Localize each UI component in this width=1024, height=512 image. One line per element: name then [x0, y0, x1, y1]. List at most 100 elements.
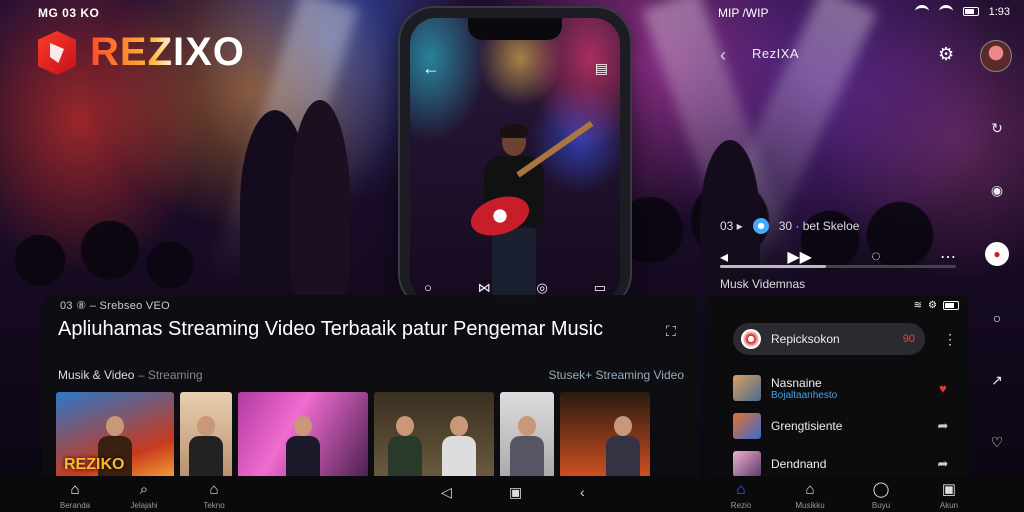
- panel-status-icons: ≋ ⚙: [914, 300, 959, 311]
- thumbnail-logo: REZIKO: [64, 456, 125, 473]
- wifi-icon: [914, 5, 929, 18]
- list-item-thumbnail: [733, 451, 761, 477]
- expand-icon[interactable]: ⛶: [666, 323, 676, 340]
- nav-tekno[interactable]: ⌂ Tekno: [184, 481, 244, 511]
- fast-forward-button[interactable]: ▶▶: [787, 247, 812, 267]
- chat-icon: ◯: [872, 481, 890, 498]
- system-recent-icon[interactable]: ‹: [580, 484, 585, 500]
- nav-label: Jelajahi: [130, 501, 158, 510]
- brand-name: REZIXO: [90, 30, 245, 74]
- phone-control-button[interactable]: ◎: [537, 280, 548, 296]
- nav-label: Akun: [939, 501, 959, 510]
- phone-menu-icon[interactable]: ▤: [595, 60, 608, 77]
- nav-music[interactable]: ⌂ Musikku: [780, 481, 840, 511]
- video-thumbnail[interactable]: [180, 392, 232, 478]
- list-item-title: Grengtisiente: [771, 419, 843, 433]
- phone-video-screen[interactable]: ← ▤ ○ ⋈ ◎ ▭: [410, 18, 620, 302]
- see-all-link[interactable]: Stusek+ Streaming Video: [548, 368, 684, 382]
- phone-control-button[interactable]: ○: [424, 280, 432, 296]
- video-thumbnail[interactable]: [374, 392, 494, 478]
- nav-buyu[interactable]: ◯ Buyu: [851, 481, 911, 511]
- status-icons: 1:93: [914, 5, 1010, 18]
- nav-label: Buyu: [871, 501, 891, 510]
- home-icon: ⌂: [70, 481, 80, 498]
- search-pill[interactable]: Repicksokon 90: [733, 323, 925, 355]
- avatar[interactable]: [980, 40, 1012, 72]
- more-button[interactable]: ⋯: [940, 247, 956, 267]
- panel-title: Apliuhamas Streaming Video Terbaaik patu…: [58, 318, 604, 340]
- house-icon: ⌂: [209, 481, 219, 498]
- video-thumbnail-row: REZIKO: [56, 392, 650, 478]
- phone-video-controls: ○ ⋈ ◎ ▭: [410, 280, 620, 296]
- nav-label: Beranda: [59, 501, 91, 510]
- status-clock: 1:93: [988, 5, 1010, 18]
- like-icon[interactable]: ♥: [933, 381, 953, 396]
- panel-category: Musik & Video – Streaming: [58, 368, 203, 382]
- panel-meta: 03 ⑧ – Srebseo VEO: [60, 300, 171, 312]
- trend-icon[interactable]: ↗: [987, 370, 1007, 390]
- phone-notch: [468, 18, 562, 40]
- wifi-icon: ≋: [913, 300, 923, 311]
- refresh-icon[interactable]: ↻: [987, 118, 1007, 138]
- nav-label: Tekno: [203, 501, 225, 510]
- phone-control-button[interactable]: ▭: [594, 280, 606, 296]
- player-caption: Musk Videmnas: [720, 277, 806, 291]
- list-item[interactable]: Nasnaine Bojaltaanhesto ♥: [733, 369, 953, 407]
- track-number: 03 ▸: [720, 219, 743, 233]
- nav-home[interactable]: ⌂ Beranda: [45, 481, 105, 511]
- recommendation-list: Nasnaine Bojaltaanhesto ♥ Grengtisiente …: [733, 369, 953, 483]
- search-pill-tag: 90: [902, 333, 915, 345]
- category-label: Musik & Video: [58, 368, 135, 382]
- guitarist-figure: [465, 120, 594, 302]
- nav-account[interactable]: ▣ Akun: [919, 481, 979, 511]
- library-icon: ⌂: [805, 481, 815, 498]
- search-pill-text: Repicksokon: [771, 332, 840, 346]
- player-progress-bar[interactable]: [720, 265, 956, 268]
- list-item[interactable]: Grengtisiente ➦: [733, 407, 953, 445]
- signal-icon: [938, 5, 953, 18]
- video-thumbnail[interactable]: [560, 392, 650, 478]
- share-icon[interactable]: ➦: [933, 456, 953, 472]
- bottom-navigation: ⌂ Beranda ⌕ Jelajahi ⌂ Tekno ◁ ▣ ‹ ⌂ Rez…: [0, 476, 1024, 512]
- player-progress-fill: [720, 265, 827, 268]
- account-icon: ▣: [941, 481, 957, 498]
- track-artwork-icon: [752, 218, 769, 234]
- chevron-left-icon[interactable]: ‹: [720, 45, 726, 66]
- performer-silhouette: [290, 100, 350, 300]
- phone-control-button[interactable]: ⋈: [478, 280, 491, 296]
- system-home-icon[interactable]: ▣: [509, 484, 522, 501]
- player-title: RezIXA: [752, 46, 800, 61]
- heart-icon[interactable]: ♡: [987, 432, 1007, 452]
- video-thumbnail[interactable]: [500, 392, 554, 478]
- phone-mockup: ← ▤ ○ ⋈ ◎ ▭: [400, 8, 630, 308]
- nav-label: Musikku: [795, 501, 825, 510]
- list-item-thumbnail: [733, 375, 761, 401]
- category-sub: Streaming: [147, 368, 203, 382]
- recommendation-panel: ≋ ⚙ Repicksokon 90 ⋮ Nasnaine Bojaltaanh…: [705, 295, 969, 480]
- settings-icon: ⚙: [928, 300, 937, 311]
- list-item-thumbnail: [733, 413, 761, 439]
- video-thumbnail[interactable]: [238, 392, 368, 478]
- arrow-left-icon[interactable]: ←: [422, 58, 440, 79]
- status-label: MIP /WIP: [718, 6, 769, 20]
- right-rail: ↻ ◉ ● ○ ↗ ♡: [985, 118, 1009, 452]
- status-time: MG 03 KO: [38, 6, 100, 20]
- rewind-button[interactable]: ◂: [720, 247, 728, 267]
- nav-explore[interactable]: ⌕ Jelajahi: [114, 482, 174, 511]
- list-item-title: Dendnand: [771, 457, 827, 471]
- record-icon: [741, 329, 761, 349]
- circle-icon[interactable]: ○: [987, 308, 1007, 328]
- gear-icon[interactable]: ⚙: [938, 44, 954, 65]
- repeat-button[interactable]: ◌: [871, 248, 881, 266]
- camera-icon[interactable]: ◉: [987, 180, 1007, 200]
- player-controls: ◂ ▶▶ ◌ ⋯: [720, 247, 956, 267]
- nav-rezio[interactable]: ⌂ Rezio: [711, 481, 771, 511]
- more-vertical-icon[interactable]: ⋮: [943, 331, 957, 348]
- record-icon[interactable]: ●: [985, 242, 1009, 266]
- share-icon[interactable]: ➦: [933, 418, 953, 434]
- list-item-title: Nasnaine: [771, 375, 822, 390]
- player-track-info: 03 ▸ 30 · bet Skeloe: [720, 218, 859, 234]
- home-icon: ⌂: [736, 481, 746, 498]
- video-thumbnail[interactable]: REZIKO: [56, 392, 174, 478]
- system-back-icon[interactable]: ◁: [441, 484, 452, 501]
